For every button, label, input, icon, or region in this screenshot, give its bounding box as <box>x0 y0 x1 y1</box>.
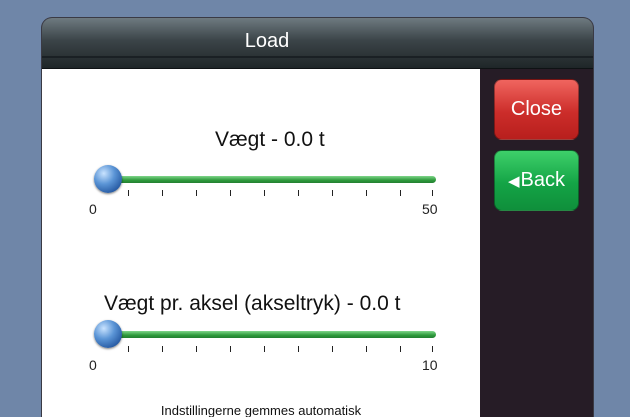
load-dialog: Load Vægt - 0.0 t 0 50 Vægt pr. aksel (a… <box>42 18 593 417</box>
weight-slider-max-label: 50 <box>422 201 438 217</box>
weight-slider-tick <box>230 190 231 196</box>
axle-weight-slider-tick <box>230 346 231 352</box>
axle-weight-slider-min-label: 0 <box>89 357 97 373</box>
weight-slider-tick <box>298 190 299 196</box>
autosave-note: Indstillingerne gemmes automatisk <box>160 403 362 417</box>
weight-slider-track[interactable] <box>104 176 436 183</box>
axle-weight-slider-tick <box>400 346 401 352</box>
weight-slider-tick <box>162 190 163 196</box>
axle-weight-slider-tick <box>432 346 433 352</box>
dialog-title: Load <box>244 30 290 52</box>
back-arrow-icon: ◀ <box>507 172 520 190</box>
close-button-label: Close <box>510 98 563 120</box>
weight-slider-tick <box>332 190 333 196</box>
weight-slider-tick <box>366 190 367 196</box>
axle-weight-slider-track[interactable] <box>104 331 436 338</box>
title-bar-divider <box>42 56 593 58</box>
axle-weight-slider-thumb[interactable] <box>94 320 122 348</box>
close-button[interactable]: Close <box>494 79 579 140</box>
settings-area: Vægt - 0.0 t 0 50 Vægt pr. aksel (akselt… <box>42 69 480 417</box>
weight-slider-tick <box>400 190 401 196</box>
axle-weight-slider-max-label: 10 <box>422 357 438 373</box>
weight-slider-tick <box>128 190 129 196</box>
back-button[interactable]: ◀ Back <box>494 150 579 211</box>
side-panel: Close ◀ Back <box>480 69 593 417</box>
weight-slider-tick <box>432 190 433 196</box>
axle-weight-slider-tick <box>332 346 333 352</box>
weight-slider-tick <box>264 190 265 196</box>
weight-slider-min-label: 0 <box>89 201 97 217</box>
weight-slider-label: Vægt - 0.0 t <box>215 128 325 151</box>
back-button-label: Back <box>520 169 565 191</box>
title-bar: Load <box>42 18 593 69</box>
axle-weight-slider-tick <box>128 346 129 352</box>
axle-weight-slider-tick <box>366 346 367 352</box>
axle-weight-slider-tick <box>196 346 197 352</box>
axle-weight-slider-label: Vægt pr. aksel (akseltryk) - 0.0 t <box>104 292 401 315</box>
weight-slider-thumb[interactable] <box>94 165 122 193</box>
axle-weight-slider-tick <box>162 346 163 352</box>
weight-slider-tick <box>196 190 197 196</box>
axle-weight-slider-tick <box>264 346 265 352</box>
axle-weight-slider-tick <box>298 346 299 352</box>
